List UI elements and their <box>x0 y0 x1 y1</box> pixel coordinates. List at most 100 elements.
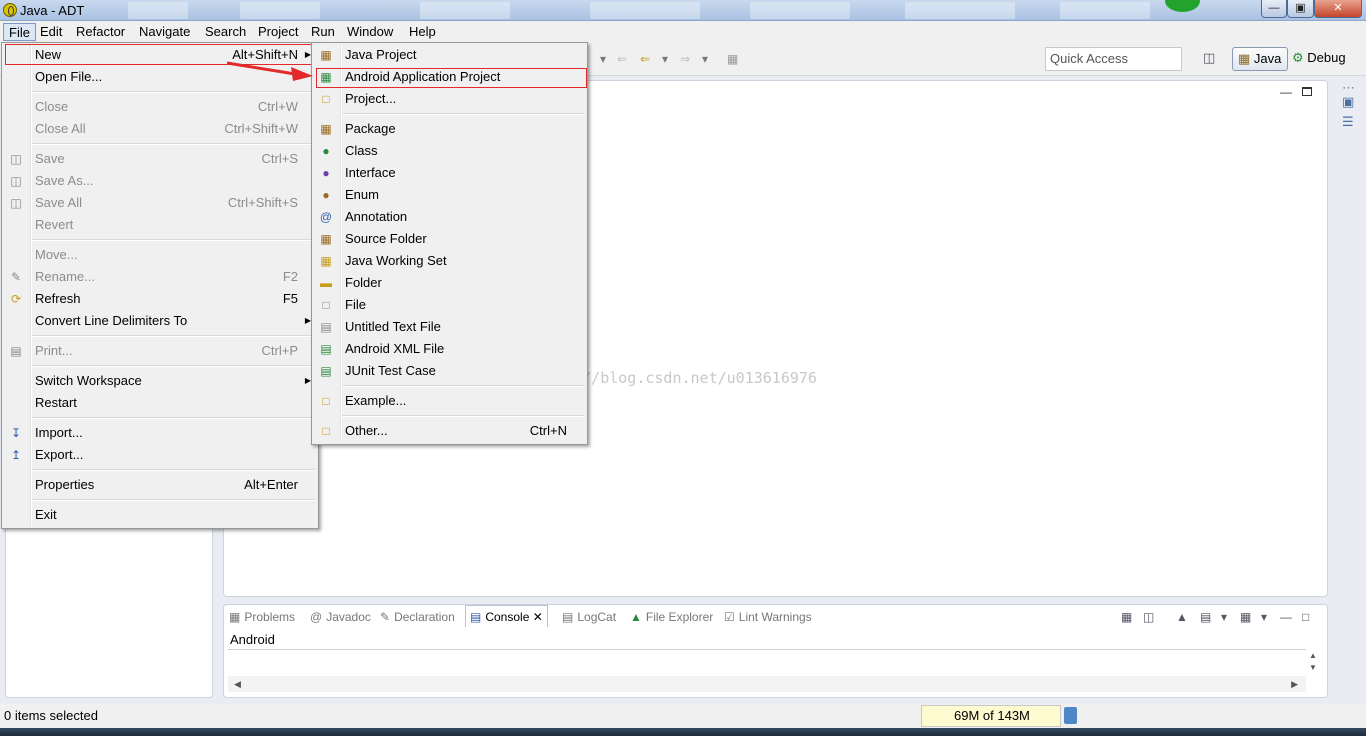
new-menu-item[interactable]: ● Interface <box>314 162 585 184</box>
new-menu-item[interactable]: ● Class <box>314 140 585 162</box>
menu-file[interactable]: File <box>3 23 36 41</box>
file-menu-item[interactable]: ↥ Export... <box>4 444 316 466</box>
menu-help[interactable]: Help <box>404 23 441 41</box>
editor-minimize-icon[interactable]: — <box>1280 85 1292 99</box>
display-dropdown-icon[interactable]: ▾ <box>1221 610 1227 624</box>
perspective-java-button[interactable]: ▦ Java <box>1232 47 1288 71</box>
file-menu-item[interactable]: ↧ Import... <box>4 422 316 444</box>
menu-separator <box>32 365 315 367</box>
close-tab-icon[interactable]: ✕ <box>533 610 543 624</box>
file-menu-item[interactable]: Convert Line Delimiters To ▶ <box>4 310 316 332</box>
garbage-collect-trash-icon[interactable] <box>1064 707 1077 724</box>
new-menu-item[interactable]: ▬ Folder <box>314 272 585 294</box>
file-menu-item[interactable]: ◫ Save Ctrl+S <box>4 148 316 170</box>
package-icon: ▦ <box>320 122 332 136</box>
menu-refactor[interactable]: Refactor <box>71 23 130 41</box>
panel-maximize-icon[interactable]: □ <box>1302 610 1309 624</box>
tab-lint-warnings-label: Lint Warnings <box>738 610 812 624</box>
pin-editor-icon[interactable]: ▦ <box>727 52 738 66</box>
file-menu-item[interactable]: Move... <box>4 244 316 266</box>
file-menu-item[interactable]: ◫ Save As... <box>4 170 316 192</box>
minimize-button[interactable]: — <box>1261 0 1287 18</box>
heap-status[interactable]: 69M of 143M <box>921 705 1061 727</box>
new-menu-item[interactable]: ▤ Android XML File <box>314 338 585 360</box>
new-menu-item[interactable]: □ Project... <box>314 88 585 110</box>
new-menu-item[interactable]: ▦ Java Working Set <box>314 250 585 272</box>
console-output[interactable] <box>228 649 1306 677</box>
new-menu-item[interactable]: ▤ JUnit Test Case <box>314 360 585 382</box>
class-icon: ● <box>322 144 330 158</box>
android-xml-icon: ▤ <box>320 342 332 356</box>
display-console-icon[interactable]: ▤ <box>1200 610 1211 624</box>
back-edit-icon[interactable]: ⇐ <box>617 52 627 66</box>
new-menu-item[interactable]: ▦ Java Project <box>314 44 585 66</box>
new-menu-item[interactable]: ▤ Untitled Text File <box>314 316 585 338</box>
new-menu-item[interactable]: @ Annotation <box>314 206 585 228</box>
forward-dropdown-icon[interactable]: ▾ <box>702 52 708 66</box>
debug-bug-icon: ⚙ <box>1292 50 1304 65</box>
menu-item-label: Print... <box>35 343 73 358</box>
back-dropdown-icon[interactable]: ▾ <box>662 52 668 66</box>
quick-access-input[interactable]: Quick Access <box>1045 47 1182 71</box>
new-menu-item[interactable]: ● Enum <box>314 184 585 206</box>
dropdown-arrow-icon[interactable]: ▾ <box>600 52 606 66</box>
tab-logcat[interactable]: ▤ LogCat <box>562 606 616 628</box>
menu-item-label: Source Folder <box>345 231 427 246</box>
new-menu-item[interactable]: ▦ Package <box>314 118 585 140</box>
file-menu-item[interactable]: Close All Ctrl+Shift+W <box>4 118 316 140</box>
file-menu-item[interactable]: ⟳ Refresh F5 <box>4 288 316 310</box>
background-tab <box>590 2 700 19</box>
tab-problems[interactable]: ▦ Problems <box>229 606 295 628</box>
horizontal-scrollbar[interactable]: ◀ ▶ <box>228 676 1306 692</box>
back-icon[interactable]: ⇐ <box>640 52 650 66</box>
outline-view-icon[interactable]: ☰ <box>1342 114 1354 130</box>
menu-edit[interactable]: Edit <box>35 23 67 41</box>
tab-file-explorer[interactable]: ▲ File Explorer <box>630 606 713 628</box>
file-menu-item[interactable]: Restart <box>4 392 316 414</box>
status-selection: 0 items selected <box>4 708 98 723</box>
file-menu-item[interactable]: ◫ Save All Ctrl+Shift+S <box>4 192 316 214</box>
open-console-icon[interactable]: ▦ <box>1240 610 1251 624</box>
menu-item-label: Export... <box>35 447 84 462</box>
panel-minimize-icon[interactable]: — <box>1280 610 1292 624</box>
file-menu-item[interactable]: Properties Alt+Enter <box>4 474 316 496</box>
new-menu-item[interactable]: □ Other... Ctrl+N <box>314 420 585 442</box>
pin-console-icon[interactable]: ▲ <box>1176 610 1188 624</box>
file-menu-item[interactable]: ▤ Print... Ctrl+P <box>4 340 316 362</box>
tab-declaration[interactable]: ✎ Declaration <box>380 606 455 628</box>
file-menu-item[interactable]: Exit <box>4 504 316 526</box>
menu-item-label: Enum <box>345 187 379 202</box>
vertical-scrollbar[interactable]: ▲ ▼ <box>1306 650 1320 676</box>
menu-run[interactable]: Run <box>306 23 340 41</box>
scroll-lock-icon[interactable]: ◫ <box>1143 610 1154 624</box>
perspective-debug-button[interactable]: ⚙ Debug <box>1292 47 1346 71</box>
restore-icon[interactable]: ▣ <box>1342 94 1354 110</box>
menu-navigate[interactable]: Navigate <box>134 23 195 41</box>
open-console-dropdown-icon[interactable]: ▾ <box>1261 610 1267 624</box>
tab-lint-warnings[interactable]: ☑ Lint Warnings <box>724 606 812 628</box>
tab-console[interactable]: ▤ Console ✕ <box>465 605 548 627</box>
source-folder-icon: ▦ <box>320 232 332 246</box>
menu-project[interactable]: Project <box>253 23 303 41</box>
menu-search[interactable]: Search <box>200 23 251 41</box>
menu-item-label: Exit <box>35 507 57 522</box>
forward-icon[interactable]: ⇒ <box>680 52 690 66</box>
file-menu-item[interactable]: Close Ctrl+W <box>4 96 316 118</box>
maximize-button[interactable]: ▣ <box>1287 0 1314 18</box>
file-menu-item[interactable]: Revert <box>4 214 316 236</box>
menu-window[interactable]: Window <box>342 23 398 41</box>
menu-item-label: Save All <box>35 195 82 210</box>
editor-maximize-icon[interactable] <box>1302 87 1312 96</box>
file-menu-item[interactable]: ✎ Rename... F2 <box>4 266 316 288</box>
clear-console-icon[interactable]: ▦ <box>1121 610 1132 624</box>
close-window-button[interactable]: ✕ <box>1314 0 1362 18</box>
new-menu-item[interactable]: □ Example... <box>314 390 585 412</box>
menu-separator <box>32 91 315 93</box>
open-perspective-icon[interactable]: ◫ <box>1203 50 1221 68</box>
new-menu-item[interactable]: □ File <box>314 294 585 316</box>
new-menu-item[interactable]: ▦ Source Folder <box>314 228 585 250</box>
menu-item-label: Revert <box>35 217 74 232</box>
file-menu-item[interactable]: Switch Workspace ▶ <box>4 370 316 392</box>
tab-javadoc[interactable]: @ Javadoc <box>310 606 371 628</box>
menu-item-label: Restart <box>35 395 77 410</box>
